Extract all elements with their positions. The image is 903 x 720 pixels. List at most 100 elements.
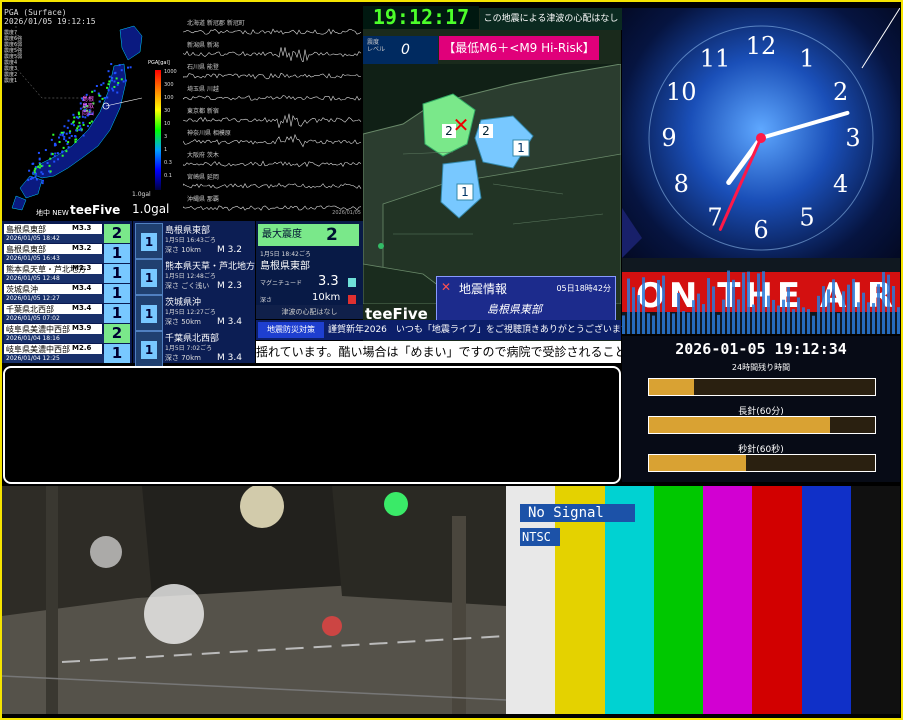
clock-numeral: 6 xyxy=(753,216,768,244)
eq-intensity: 2 xyxy=(104,324,130,343)
audio-meter-bar xyxy=(777,305,780,334)
svg-text:1: 1 xyxy=(517,141,525,155)
ticker-scroll: 揺れています。酷い場合は「めまい」ですので病院で受診されることを xyxy=(256,341,621,363)
audio-meter-bar xyxy=(802,307,805,334)
detail-list-item[interactable]: 1 茨城県沖 1月5日 12:27ごろ 深さ 50km M 3.4 xyxy=(133,293,255,331)
waveform-row: 新潟県 新潟 xyxy=(183,40,363,62)
countdown-datetime: 2026-01-05 19:12:34 xyxy=(675,340,847,358)
audio-meter-bar xyxy=(677,292,680,334)
eq-magnitude: M3.4 xyxy=(72,304,92,312)
audio-meter-bar xyxy=(737,299,740,334)
audio-meter-bar xyxy=(772,299,775,334)
detail-list-item[interactable]: 1 千葉県北西部 1月5日 7:02ごろ 深さ 70km M 3.4 xyxy=(133,329,255,367)
audio-meter-bar xyxy=(862,292,865,334)
progress-label: 秒針(60秒) xyxy=(738,445,784,455)
risk-label: 【最低M6＋<M9 Hi-Risk】 xyxy=(439,36,599,60)
audio-meter-bar xyxy=(812,315,815,334)
audio-meter-bar xyxy=(847,284,850,334)
depth-caption: 深さ xyxy=(260,297,273,304)
detail-time: 1月5日 12:48ごろ xyxy=(165,273,216,280)
detail-time: 1月5日 12:27ごろ xyxy=(165,309,216,316)
clock-numeral: 8 xyxy=(674,170,689,198)
magnitude-value: 3.3 xyxy=(318,274,339,289)
audio-meter-bar xyxy=(757,273,760,334)
detail-list: 1 島根県東部 1月5日 16:43ごろ 深さ 10km M 3.2 1 熊本県天草・芦北地… xyxy=(133,221,255,367)
info-time: 05日18時42分 xyxy=(556,284,611,293)
ntsc-label: NTSC xyxy=(520,528,560,546)
audio-meter-bar xyxy=(622,315,625,334)
detail-time: 1月5日 16:43ごろ xyxy=(165,237,216,244)
detail-list-item[interactable]: 1 熊本県天草・芦北地方 1月5日 12:48ごろ 深さ ごく浅い M 2.3 xyxy=(133,257,255,295)
audio-meter-bar xyxy=(647,313,650,334)
info-title: 地震情報 xyxy=(459,282,508,296)
detail-intensity: 1 xyxy=(141,269,157,287)
eq-magnitude: M2.3 xyxy=(72,264,92,272)
countdown-24h-caption: 24時間残り時間 xyxy=(731,363,791,372)
svg-text:1: 1 xyxy=(461,185,469,199)
waveform-row: 大阪府 茨木 xyxy=(183,150,363,172)
broadcast-frame: PGA (Surface) 2026/01/05 19:12:15 震度7 震度6… xyxy=(0,0,903,720)
clock-numeral: 12 xyxy=(746,32,777,60)
waveform-station: 神奈川県 相模原 xyxy=(187,130,231,137)
audio-meter xyxy=(622,270,900,334)
eq-date: 2026/01/05 07:02 xyxy=(4,314,104,323)
audio-meter-bar xyxy=(852,278,855,334)
waveform-row: 東京都 新宿 xyxy=(183,106,363,128)
pga-scale-bar xyxy=(155,70,161,190)
eq-intensity: 1 xyxy=(104,344,130,363)
audio-meter-bar xyxy=(897,307,900,334)
eq-magnitude: M3.3 xyxy=(72,224,92,232)
audio-meter-bar xyxy=(742,272,745,334)
on-air-panel: ON THE AIR xyxy=(622,258,900,334)
pga-tick: 0.1 xyxy=(164,173,172,179)
audio-meter-bar xyxy=(662,275,665,334)
eq-magnitude: M3.4 xyxy=(72,284,92,292)
clock-numeral: 11 xyxy=(700,44,731,72)
region-map-panel: 震度 レベル 0 【最低M6＋<M9 Hi-Risk】 2 ✕ 2 1 1 ✕ … xyxy=(363,8,621,348)
audio-meter-bar xyxy=(882,272,885,334)
detail-intensity: 1 xyxy=(141,305,157,323)
info-x-icon: ✕ xyxy=(441,280,452,294)
clock-numeral: 4 xyxy=(833,170,848,198)
audio-meter-bar xyxy=(667,311,670,334)
color-bar xyxy=(752,486,803,714)
clock-numeral: 1 xyxy=(799,44,814,72)
camera-scene xyxy=(2,486,506,714)
mag-swatch xyxy=(348,278,356,287)
detail-depth: 深さ ごく浅い xyxy=(165,282,210,290)
tsunami-banner: 津波の心配はなし xyxy=(256,305,363,319)
waveform-row: 石川県 能登 xyxy=(183,62,363,84)
audio-meter-bar xyxy=(857,302,860,334)
max-intensity-panel: 最大震度 2 1月5日 18:42ごろ 島根県東部 マグニチュード 3.3 深さ… xyxy=(256,221,363,317)
audio-meter-bar xyxy=(762,271,765,334)
pga-ticks: 1000 300 100 30 10 3 1 0.3 0.1 xyxy=(164,68,177,185)
blank-panel xyxy=(3,366,621,484)
color-bar xyxy=(653,486,704,714)
pga-tick: 1000 xyxy=(164,69,177,75)
countdown-panel: 2026-01-05 19:12:34 24時間残り時間 長針(60分) 秒針(6… xyxy=(622,336,900,482)
detail-magnitude: M 2.3 xyxy=(217,281,242,291)
clock-numeral: 3 xyxy=(845,124,860,152)
eq-date: 2026/01/04 18:16 xyxy=(4,334,104,343)
earthquake-list-item[interactable]: 岐阜県美濃中西部 M2.6 2026/01/04 12:25 1 xyxy=(2,343,132,366)
live-clock: 19:12:17 xyxy=(363,6,479,29)
audio-meter-bar xyxy=(627,278,630,334)
audio-meter-bar xyxy=(692,300,695,334)
waveform-row: 埼玉県 川越 xyxy=(183,84,363,106)
eq-intensity: 1 xyxy=(104,264,130,283)
waveform-station: 北海道 新冠郡 新冠町 xyxy=(187,20,245,27)
clock-numeral: 5 xyxy=(799,204,814,232)
audio-meter-bar xyxy=(827,289,830,334)
audio-meter-bar xyxy=(842,291,845,334)
audio-meter-bar xyxy=(687,312,690,334)
region-map: 2 ✕ 2 1 1 xyxy=(363,64,621,304)
pga-value: 1.0gal xyxy=(132,202,170,216)
detail-list-item[interactable]: 1 島根県東部 1月5日 16:43ごろ 深さ 10km M 3.2 xyxy=(133,221,255,259)
waveform-row: 宮崎県 延岡 xyxy=(183,172,363,194)
detail-depth: 深さ 70km xyxy=(165,354,202,362)
progress-fill xyxy=(649,417,830,433)
waveform-station: 石川県 能登 xyxy=(187,64,219,71)
eq-intensity: 2 xyxy=(104,224,130,243)
svg-text:2: 2 xyxy=(482,124,490,138)
eq-date: 2026/01/05 18:42 xyxy=(4,234,104,243)
